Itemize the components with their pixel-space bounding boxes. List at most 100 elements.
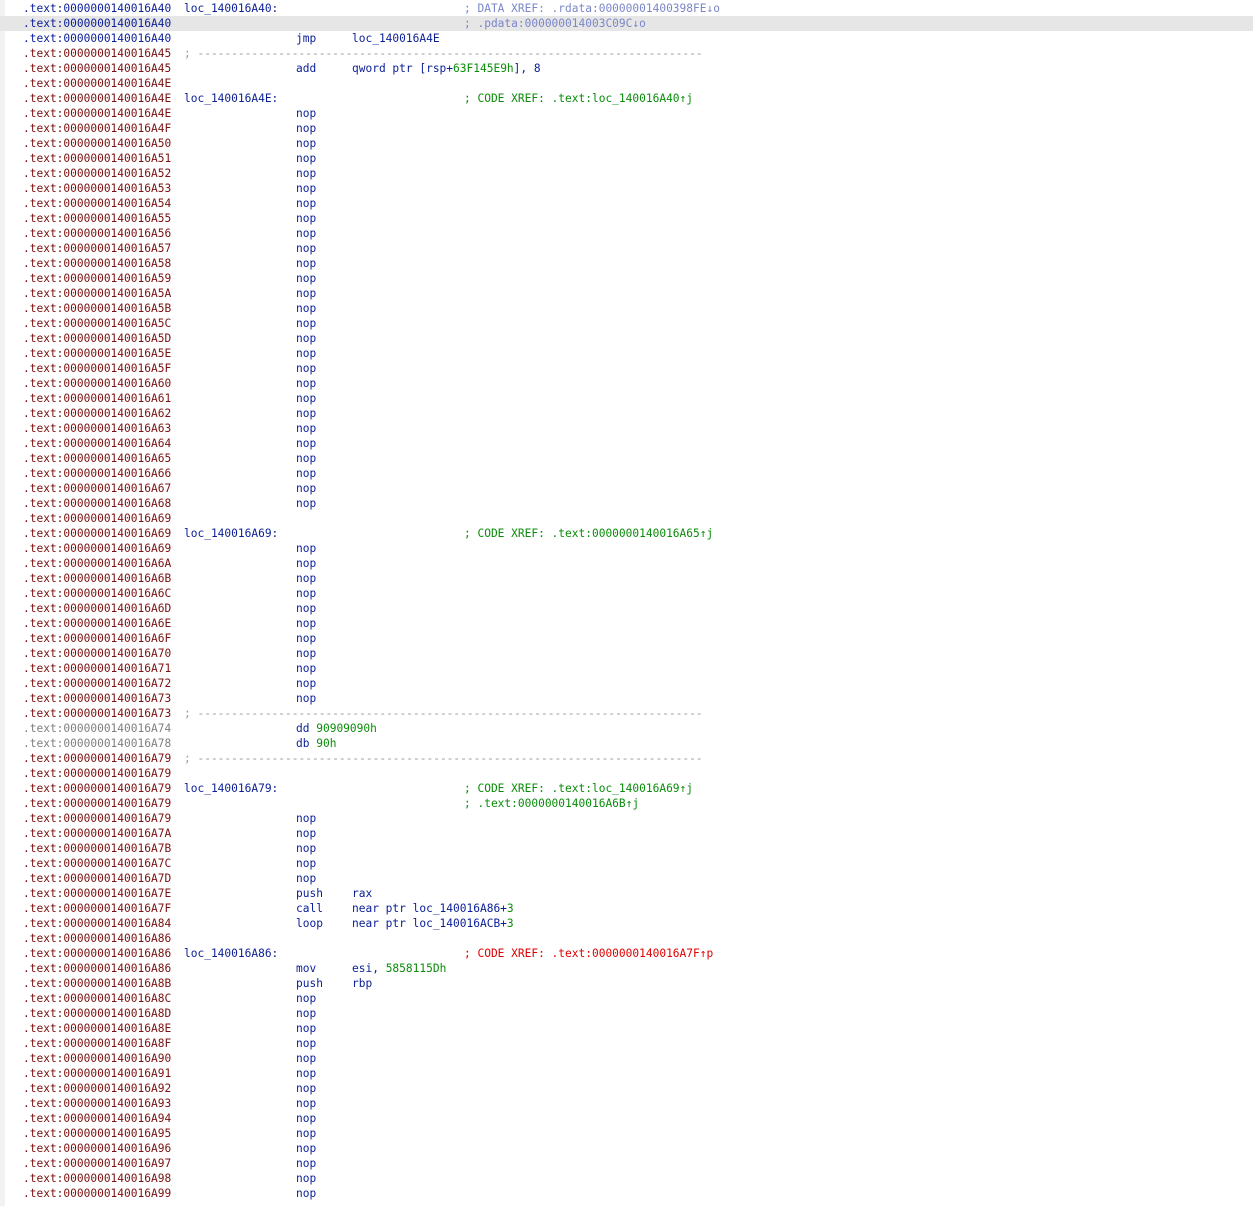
listing-line[interactable]: .text:0000000140016A5A nop bbox=[0, 286, 1253, 301]
instruction-mnemonic[interactable]: nop bbox=[296, 1156, 316, 1171]
listing-line[interactable]: .text:0000000140016A45 add qword ptr [rsp+… bbox=[0, 61, 1253, 76]
listing-line[interactable]: .text:0000000140016A40 loc_140016A40: ; DA… bbox=[0, 1, 1253, 16]
address[interactable]: .text:0000000140016A51 bbox=[23, 151, 171, 166]
listing-line[interactable]: .text:0000000140016A72 nop bbox=[0, 676, 1253, 691]
address[interactable]: .text:0000000140016A8D bbox=[23, 1006, 171, 1021]
address[interactable]: .text:0000000140016A64 bbox=[23, 436, 171, 451]
listing-line[interactable]: .text:0000000140016A4F nop bbox=[0, 121, 1253, 136]
address[interactable]: .text:0000000140016A5E bbox=[23, 346, 171, 361]
instruction-mnemonic[interactable]: nop bbox=[296, 481, 316, 496]
instruction-mnemonic[interactable]: nop bbox=[296, 331, 316, 346]
address[interactable]: .text:0000000140016A40 bbox=[23, 31, 171, 46]
listing-line[interactable]: .text:0000000140016A4E bbox=[0, 76, 1253, 91]
listing-line[interactable]: .text:0000000140016A79 ; .text:0000000140… bbox=[0, 796, 1253, 811]
listing-line[interactable]: .text:0000000140016A8F nop bbox=[0, 1036, 1253, 1051]
listing-line[interactable]: .text:0000000140016A68 nop bbox=[0, 496, 1253, 511]
address[interactable]: .text:0000000140016A52 bbox=[23, 166, 171, 181]
instruction-mnemonic[interactable]: nop bbox=[296, 1141, 316, 1156]
address[interactable]: .text:0000000140016A7C bbox=[23, 856, 171, 871]
listing-line[interactable]: .text:0000000140016A6F nop bbox=[0, 631, 1253, 646]
listing-line[interactable]: .text:0000000140016A79 loc_140016A79: ; CO… bbox=[0, 781, 1253, 796]
listing-line[interactable]: .text:0000000140016A5F nop bbox=[0, 361, 1253, 376]
listing-line[interactable]: .text:0000000140016A69 loc_140016A69: ; CO… bbox=[0, 526, 1253, 541]
instruction-mnemonic[interactable]: nop bbox=[296, 151, 316, 166]
address[interactable]: .text:0000000140016A40 bbox=[23, 16, 171, 31]
listing-line[interactable]: .text:0000000140016A5C nop bbox=[0, 316, 1253, 331]
listing-line[interactable]: .text:0000000140016A65 nop bbox=[0, 451, 1253, 466]
address[interactable]: .text:0000000140016A8F bbox=[23, 1036, 171, 1051]
address[interactable]: .text:0000000140016A73 bbox=[23, 691, 171, 706]
location-label[interactable]: loc_140016A69: bbox=[184, 526, 278, 541]
instruction-mnemonic[interactable]: nop bbox=[296, 166, 316, 181]
listing-line[interactable]: .text:0000000140016A58 nop bbox=[0, 256, 1253, 271]
address[interactable]: .text:0000000140016A91 bbox=[23, 1066, 171, 1081]
listing-line[interactable]: .text:0000000140016A52 nop bbox=[0, 166, 1253, 181]
address[interactable]: .text:0000000140016A58 bbox=[23, 256, 171, 271]
listing-line[interactable]: .text:0000000140016A64 nop bbox=[0, 436, 1253, 451]
disassembly-listing[interactable]: .text:0000000140016A40 loc_140016A40: ; DA… bbox=[0, 1, 1253, 1201]
address[interactable]: .text:0000000140016A70 bbox=[23, 646, 171, 661]
instruction-mnemonic[interactable]: nop bbox=[296, 1066, 316, 1081]
address[interactable]: .text:0000000140016A61 bbox=[23, 391, 171, 406]
address[interactable]: .text:0000000140016A86 bbox=[23, 931, 171, 946]
instruction-mnemonic[interactable]: nop bbox=[296, 241, 316, 256]
instruction-operand[interactable]: esi, 5858115Dh bbox=[352, 961, 446, 976]
address[interactable]: .text:0000000140016A79 bbox=[23, 751, 171, 766]
address[interactable]: .text:0000000140016A54 bbox=[23, 196, 171, 211]
listing-line[interactable]: .text:0000000140016A7D nop bbox=[0, 871, 1253, 886]
listing-line[interactable]: .text:0000000140016A8D nop bbox=[0, 1006, 1253, 1021]
instruction-mnemonic[interactable]: nop bbox=[296, 496, 316, 511]
listing-line[interactable]: .text:0000000140016A51 nop bbox=[0, 151, 1253, 166]
xref-comment[interactable]: ; CODE XREF: .text:loc_140016A40↑j bbox=[464, 91, 693, 106]
instruction-mnemonic[interactable]: loop bbox=[296, 916, 323, 931]
address[interactable]: .text:0000000140016A73 bbox=[23, 706, 171, 721]
listing-line[interactable]: .text:0000000140016A59 nop bbox=[0, 271, 1253, 286]
instruction-mnemonic[interactable]: nop bbox=[296, 271, 316, 286]
address[interactable]: .text:0000000140016A45 bbox=[23, 61, 171, 76]
instruction-mnemonic[interactable]: db 90h bbox=[296, 736, 336, 751]
listing-line[interactable]: .text:0000000140016A7E push rax bbox=[0, 886, 1253, 901]
listing-line[interactable]: .text:0000000140016A84 loop near ptr loc_1… bbox=[0, 916, 1253, 931]
listing-line[interactable]: .text:0000000140016A98 nop bbox=[0, 1171, 1253, 1186]
instruction-mnemonic[interactable]: nop bbox=[296, 601, 316, 616]
instruction-mnemonic[interactable]: nop bbox=[296, 541, 316, 556]
address[interactable]: .text:0000000140016A7A bbox=[23, 826, 171, 841]
address[interactable]: .text:0000000140016A95 bbox=[23, 1126, 171, 1141]
listing-line[interactable]: .text:0000000140016A63 nop bbox=[0, 421, 1253, 436]
address[interactable]: .text:0000000140016A69 bbox=[23, 541, 171, 556]
listing-line[interactable]: .text:0000000140016A5B nop bbox=[0, 301, 1253, 316]
address[interactable]: .text:0000000140016A92 bbox=[23, 1081, 171, 1096]
instruction-mnemonic[interactable]: nop bbox=[296, 136, 316, 151]
listing-line[interactable]: .text:0000000140016A86 mov esi, 5858115Dh bbox=[0, 961, 1253, 976]
instruction-operand[interactable]: loc_140016A4E bbox=[352, 31, 440, 46]
address[interactable]: .text:0000000140016A5A bbox=[23, 286, 171, 301]
address[interactable]: .text:0000000140016A40 bbox=[23, 1, 171, 16]
instruction-mnemonic[interactable]: nop bbox=[296, 1036, 316, 1051]
address[interactable]: .text:0000000140016A53 bbox=[23, 181, 171, 196]
address[interactable]: .text:0000000140016A96 bbox=[23, 1141, 171, 1156]
address[interactable]: .text:0000000140016A60 bbox=[23, 376, 171, 391]
instruction-mnemonic[interactable]: nop bbox=[296, 856, 316, 871]
address[interactable]: .text:0000000140016A79 bbox=[23, 766, 171, 781]
instruction-mnemonic[interactable]: dd 90909090h bbox=[296, 721, 377, 736]
instruction-mnemonic[interactable]: nop bbox=[296, 811, 316, 826]
instruction-mnemonic[interactable]: nop bbox=[296, 871, 316, 886]
address[interactable]: .text:0000000140016A57 bbox=[23, 241, 171, 256]
address[interactable]: .text:0000000140016A78 bbox=[23, 736, 171, 751]
address[interactable]: .text:0000000140016A4E bbox=[23, 76, 171, 91]
listing-line[interactable]: .text:0000000140016A61 nop bbox=[0, 391, 1253, 406]
listing-line[interactable]: .text:0000000140016A8E nop bbox=[0, 1021, 1253, 1036]
address[interactable]: .text:0000000140016A84 bbox=[23, 916, 171, 931]
instruction-mnemonic[interactable]: nop bbox=[296, 211, 316, 226]
listing-line[interactable]: .text:0000000140016A97 nop bbox=[0, 1156, 1253, 1171]
listing-line[interactable]: .text:0000000140016A79 bbox=[0, 766, 1253, 781]
address[interactable]: .text:0000000140016A99 bbox=[23, 1186, 171, 1201]
listing-line[interactable]: .text:0000000140016A94 nop bbox=[0, 1111, 1253, 1126]
listing-line[interactable]: .text:0000000140016A4E loc_140016A4E: ; CO… bbox=[0, 91, 1253, 106]
listing-line[interactable]: .text:0000000140016A66 nop bbox=[0, 466, 1253, 481]
location-label[interactable]: loc_140016A40: bbox=[184, 1, 278, 16]
instruction-mnemonic[interactable]: nop bbox=[296, 826, 316, 841]
listing-line[interactable]: .text:0000000140016A62 nop bbox=[0, 406, 1253, 421]
address[interactable]: .text:0000000140016A66 bbox=[23, 466, 171, 481]
instruction-mnemonic[interactable]: nop bbox=[296, 676, 316, 691]
